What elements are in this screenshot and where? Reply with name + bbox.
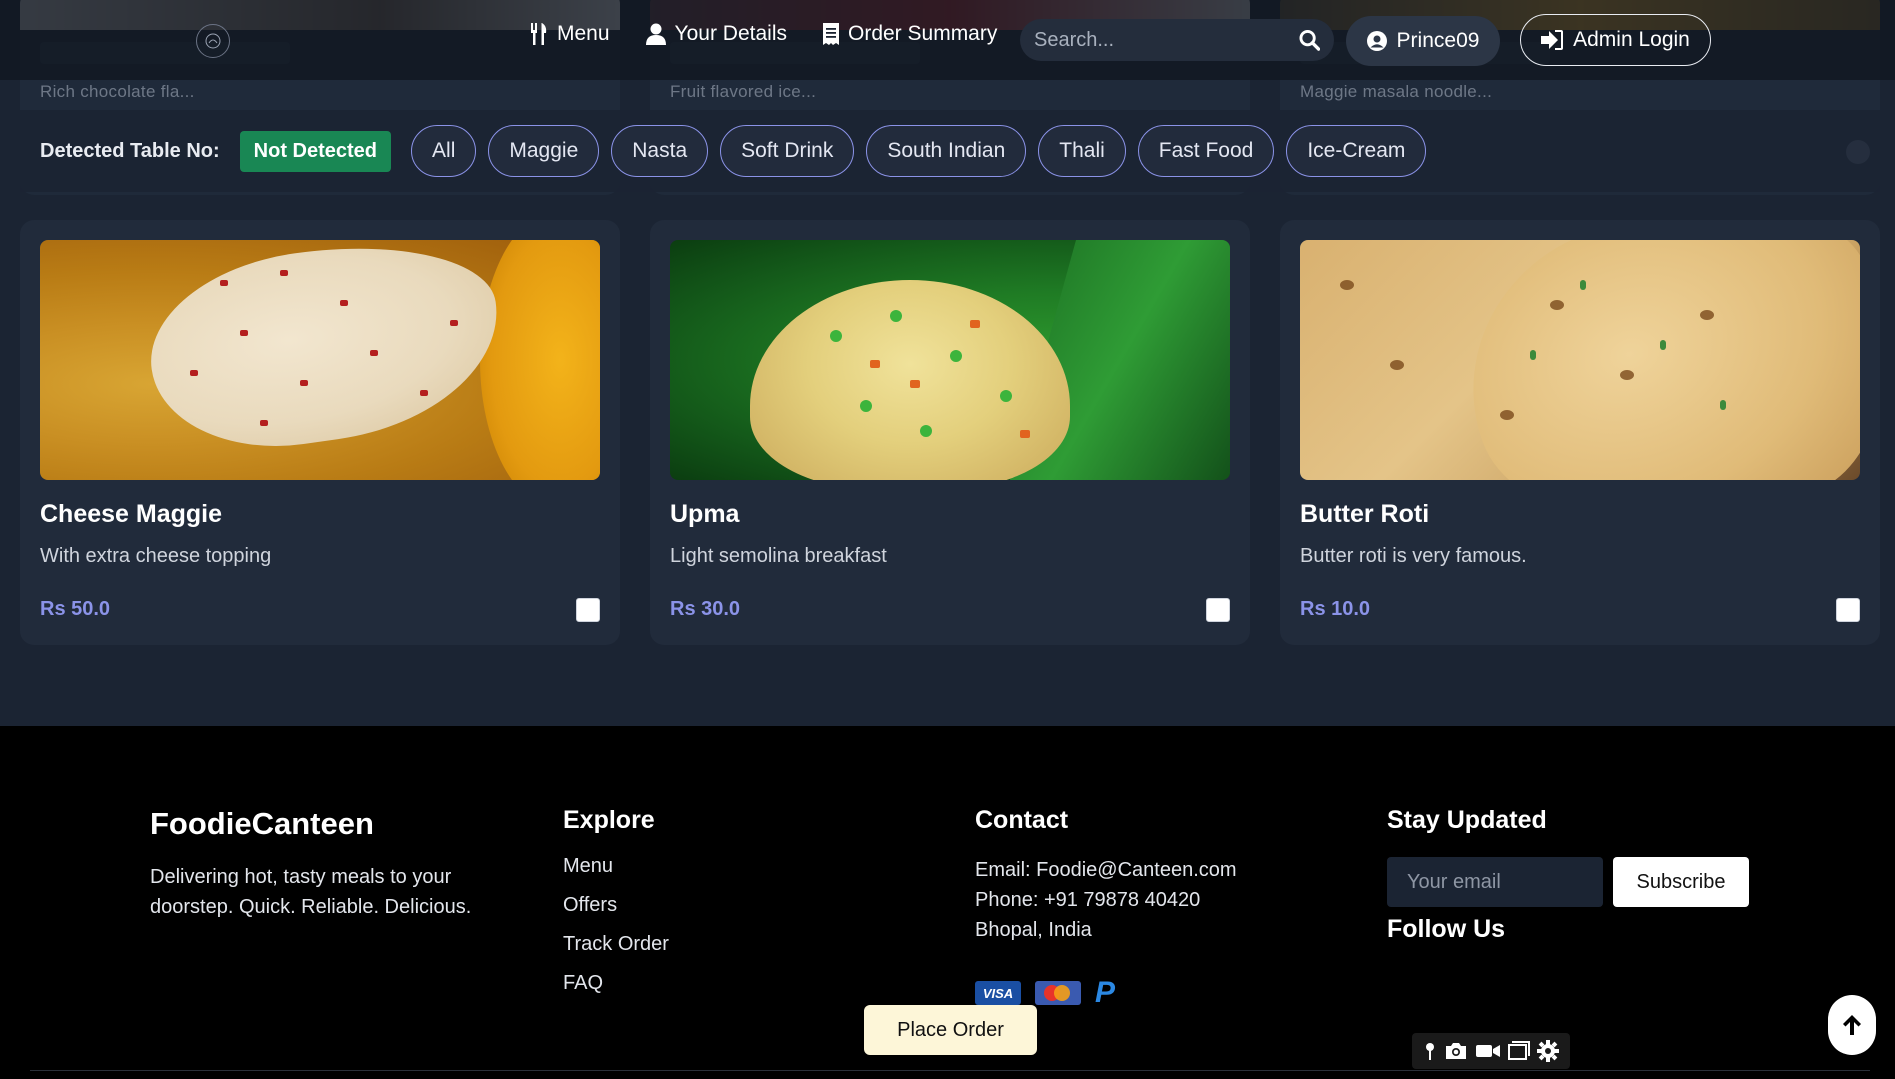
item-price: Rs 30.0	[670, 598, 741, 620]
butter-roti-image	[1300, 240, 1860, 480]
item-description: Butter roti is very famous.	[1300, 545, 1527, 567]
ghost-card-desc: Rich chocolate fla...	[40, 82, 195, 101]
item-title: Upma	[670, 500, 740, 528]
category-chip-soft-drink[interactable]: Soft Drink	[720, 125, 855, 177]
footer-tagline: Delivering hot, tasty meals to your door…	[150, 866, 472, 918]
nav-order-summary-label: Order Summary	[848, 22, 998, 45]
menu-item-card: Cheese Maggie With extra cheese topping …	[20, 220, 620, 645]
footer-stay-updated-heading: Stay Updated	[1387, 806, 1547, 834]
search-input[interactable]	[1034, 28, 1299, 52]
footer-follow-heading: Follow Us	[1387, 915, 1506, 943]
user-profile-button[interactable]: Prince09	[1346, 16, 1500, 66]
nav-order-summary-link[interactable]: Order Summary	[823, 22, 997, 46]
category-filter-bar: Detected Table No: Not Detected All Magg…	[20, 110, 1880, 192]
item-title: Butter Roti	[1300, 500, 1430, 528]
scroll-indicator[interactable]	[1846, 140, 1870, 164]
newsletter-email-input[interactable]	[1387, 857, 1603, 907]
screen-capture-toolbar	[1412, 1033, 1570, 1069]
video-camera-icon[interactable]	[1475, 1042, 1501, 1060]
admin-login-button[interactable]: Admin Login	[1520, 14, 1711, 66]
user-icon	[645, 23, 666, 45]
item-select-checkbox[interactable]	[1206, 598, 1230, 622]
table-number-label: Detected Table No:	[40, 139, 220, 162]
menu-item-card: Butter Roti Butter roti is very famous. …	[1280, 220, 1880, 645]
footer-link-track-order[interactable]: Track Order	[563, 933, 669, 956]
ghost-card-desc: Maggie masala noodle...	[1300, 82, 1493, 101]
category-chip-thali[interactable]: Thali	[1038, 125, 1126, 177]
footer-divider	[30, 1070, 1870, 1071]
place-order-button[interactable]: Place Order	[864, 1005, 1037, 1055]
category-chips: All Maggie Nasta Soft Drink South Indian…	[411, 125, 1427, 177]
footer-newsletter-column: Stay Updated Subscribe Follow Us	[1387, 806, 1749, 944]
footer-explore-column: Explore Menu Offers Track Order FAQ	[563, 806, 669, 995]
item-description: With extra cheese topping	[40, 545, 272, 567]
category-chip-ice-cream[interactable]: Ice-Cream	[1286, 125, 1427, 177]
footer-contact-column: Contact Email: Foodie@Canteen.com Phone:…	[975, 806, 1237, 1009]
table-status-badge: Not Detected	[239, 130, 392, 172]
subscribe-button[interactable]: Subscribe	[1613, 857, 1749, 907]
category-chip-nasta[interactable]: Nasta	[611, 125, 709, 177]
item-price: Rs 50.0	[40, 598, 111, 620]
category-chip-south-indian[interactable]: South Indian	[866, 125, 1027, 177]
mastercard-icon	[1035, 981, 1081, 1005]
footer-location: Bhopal, India	[975, 919, 1092, 941]
user-circle-icon	[1366, 31, 1387, 51]
footer-contact-heading: Contact	[975, 806, 1069, 834]
nav-your-details-link[interactable]: Your Details	[645, 22, 787, 46]
nav-links: Menu Your Details Order Summary	[530, 22, 997, 46]
visa-icon: VISA	[975, 981, 1021, 1005]
nav-your-details-label: Your Details	[674, 22, 787, 45]
footer-link-menu[interactable]: Menu	[563, 855, 669, 878]
item-select-checkbox[interactable]	[576, 598, 600, 622]
item-price: Rs 10.0	[1300, 598, 1371, 620]
navbar: Menu Your Details Order Summary Prince09…	[0, 0, 1895, 80]
item-description: Light semolina breakfast	[670, 545, 887, 567]
footer-explore-heading: Explore	[563, 806, 655, 834]
nav-menu-label: Menu	[557, 22, 610, 45]
item-select-checkbox[interactable]	[1836, 598, 1860, 622]
category-chip-fast-food[interactable]: Fast Food	[1137, 125, 1275, 177]
item-title: Cheese Maggie	[40, 500, 223, 528]
admin-login-label: Admin Login	[1573, 28, 1690, 51]
scroll-to-top-button[interactable]	[1828, 995, 1876, 1055]
search-bar	[1020, 19, 1334, 61]
nav-menu-link[interactable]: Menu	[530, 22, 610, 46]
brand-logo-icon[interactable]	[196, 24, 230, 58]
footer-phone: Phone: +91 79878 40420	[975, 889, 1201, 911]
utensils-icon	[531, 23, 547, 45]
paypal-icon: P	[1095, 976, 1116, 1009]
cheese-maggie-image	[40, 240, 600, 480]
category-chip-all[interactable]: All	[411, 125, 477, 177]
gear-icon[interactable]	[1536, 1040, 1559, 1062]
ghost-card-desc: Fruit flavored ice...	[670, 82, 817, 101]
receipt-icon	[823, 23, 839, 45]
window-icon[interactable]	[1507, 1041, 1530, 1061]
search-icon[interactable]	[1299, 29, 1320, 51]
username-label: Prince09	[1396, 29, 1480, 52]
footer-link-faq[interactable]: FAQ	[563, 972, 669, 995]
menu-item-card: Upma Light semolina breakfast Rs 30.0	[650, 220, 1250, 645]
sign-in-icon	[1541, 30, 1564, 50]
pin-icon[interactable]	[1423, 1041, 1437, 1061]
footer-link-offers[interactable]: Offers	[563, 894, 669, 917]
footer-brand-column: FoodieCanteen Delivering hot, tasty meal…	[150, 806, 510, 922]
upma-image	[670, 240, 1230, 480]
category-chip-maggie[interactable]: Maggie	[488, 125, 600, 177]
arrow-up-icon	[1843, 1015, 1861, 1035]
camera-icon[interactable]	[1444, 1041, 1468, 1061]
footer-brand-name: FoodieCanteen	[150, 806, 374, 841]
footer-email: Email: Foodie@Canteen.com	[975, 859, 1237, 881]
